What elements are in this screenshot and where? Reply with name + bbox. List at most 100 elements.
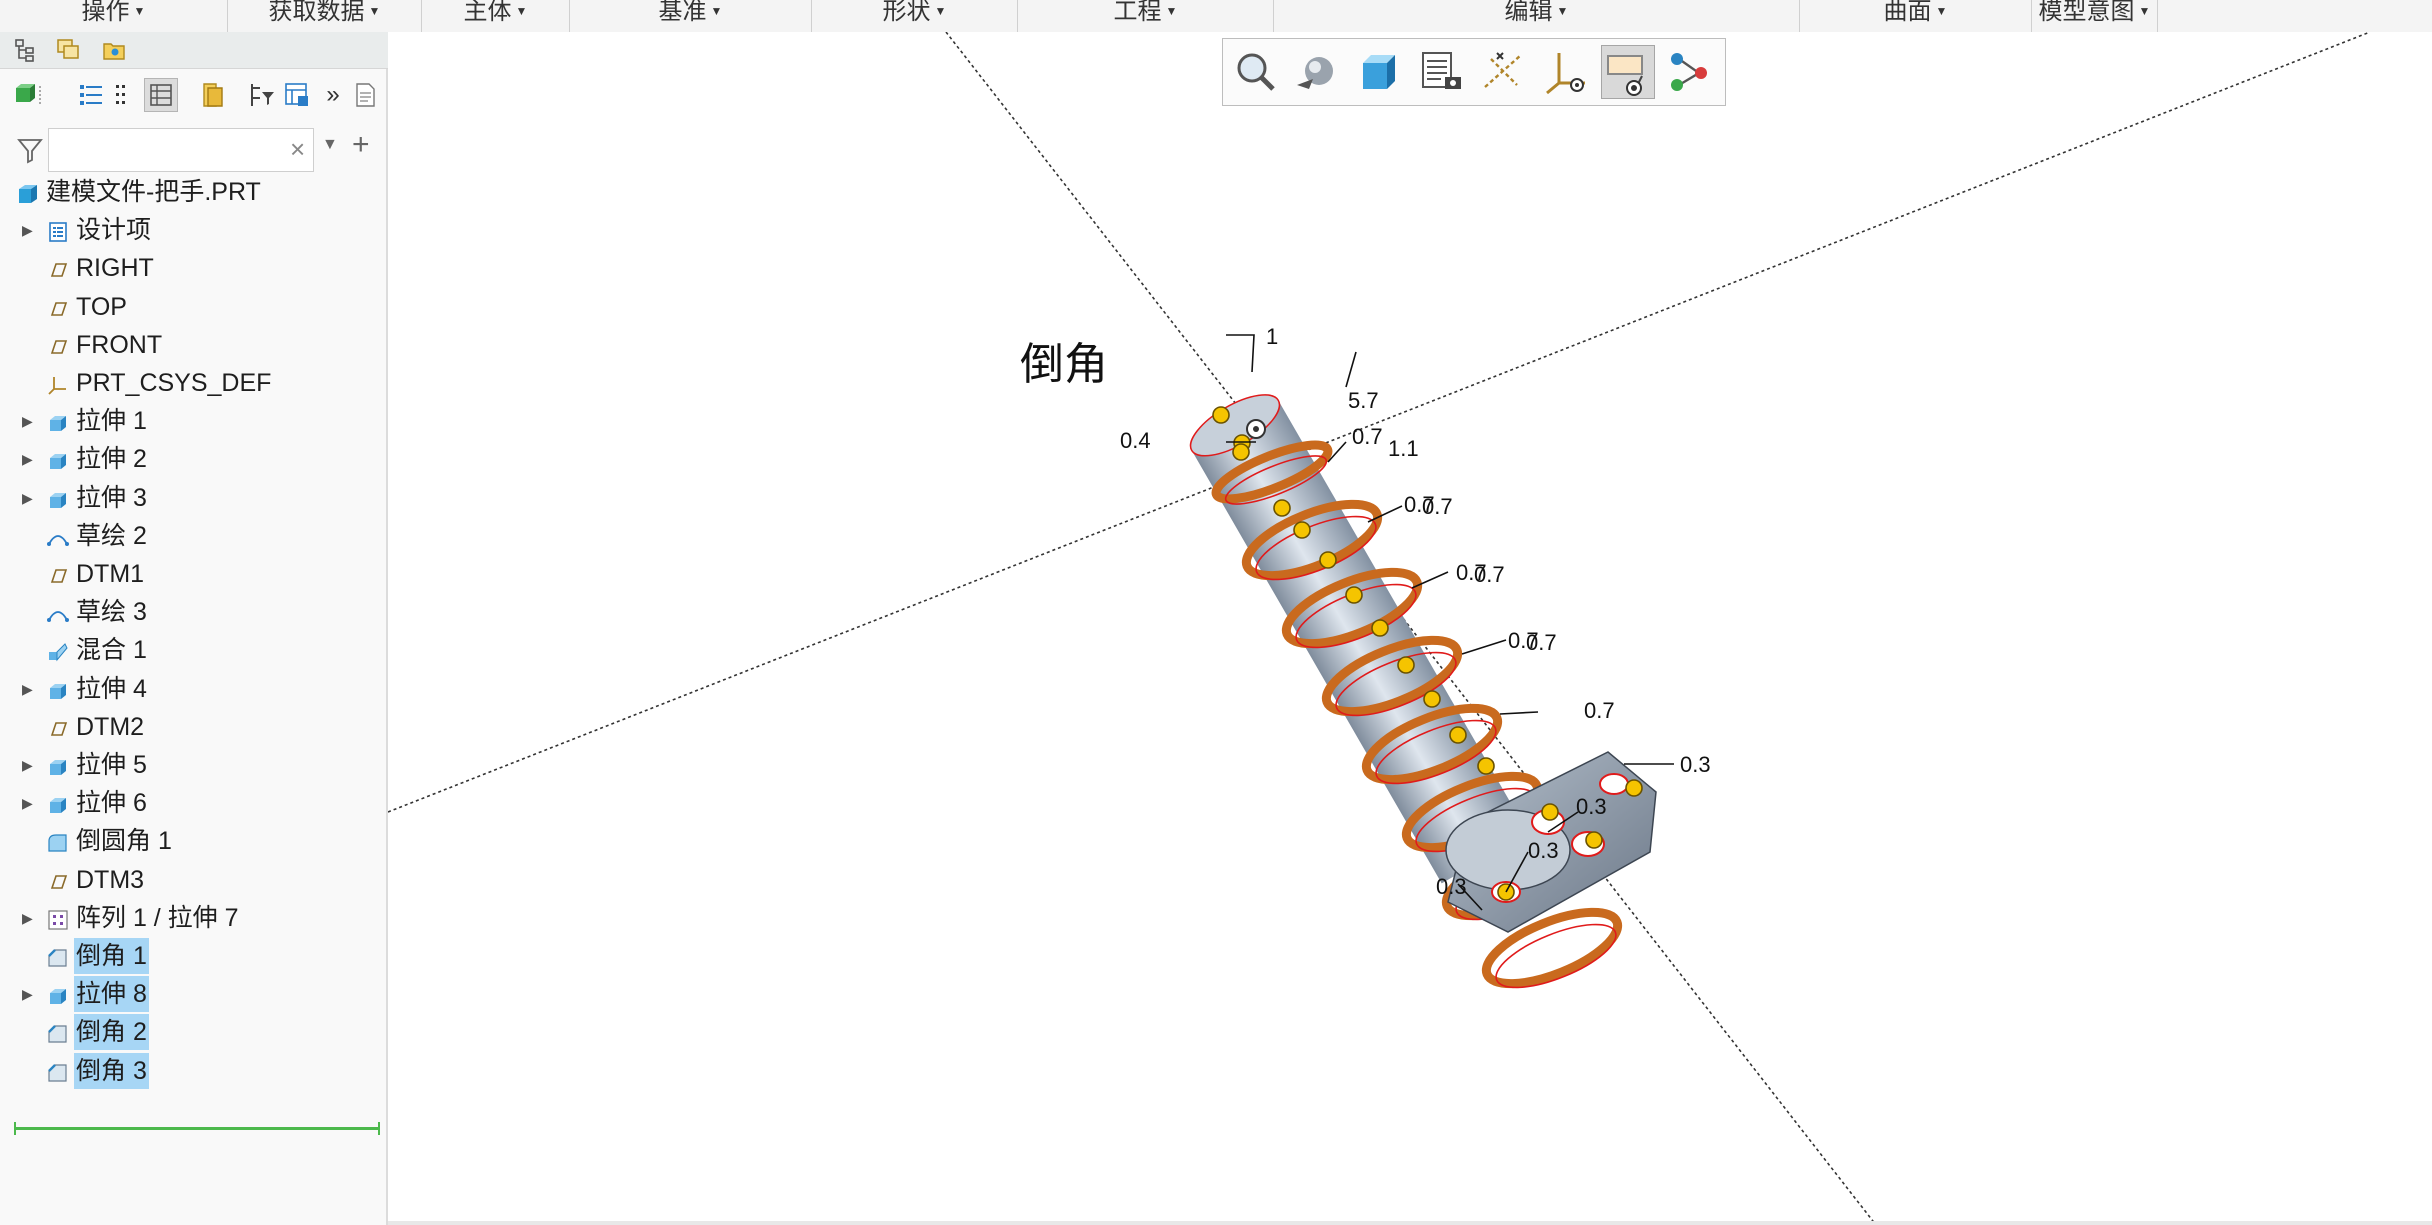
- zoom-icon[interactable]: [1229, 45, 1283, 99]
- tree-item[interactable]: 倒圆角 1: [0, 823, 386, 859]
- document-icon[interactable]: [348, 78, 382, 112]
- tree-root-part[interactable]: 建模文件-把手.PRT: [0, 174, 386, 210]
- dimension-value[interactable]: 0.7: [1352, 424, 1383, 449]
- model-tree-tab-icon[interactable]: [12, 36, 40, 64]
- graphics-window[interactable]: 1 5.7 0.4 0.7 1.1 0.7 0.7 0.7 0.7 0.7 0.…: [388, 32, 2432, 1225]
- tree-item[interactable]: ▶ 拉伸 3: [0, 480, 386, 516]
- drag-handle[interactable]: [1397, 656, 1415, 674]
- tree-list-icon[interactable]: [74, 78, 108, 112]
- dimension-value[interactable]: 0.3: [1576, 794, 1607, 819]
- expand-arrow-icon[interactable]: ▶: [22, 785, 38, 821]
- drag-handle[interactable]: [1371, 619, 1389, 637]
- ribbon-group-operations[interactable]: 操作 ▼: [0, 0, 228, 32]
- part-icon: [16, 180, 40, 204]
- expand-arrow-icon[interactable]: ▶: [22, 900, 38, 936]
- tree-item[interactable]: 草绘 3: [0, 594, 386, 630]
- tree-item[interactable]: 混合 1: [0, 632, 386, 668]
- ribbon-group-bar: 操作 ▼ 获取数据 ▼ 主体 ▼ 基准 ▼ 形状 ▼ 工程 ▼ 编辑 ▼ 曲面 ▼ 模型意图 ▼: [0, 0, 2432, 33]
- tree-item[interactable]: ▶ 设计项: [0, 212, 386, 248]
- favorites-tab-icon[interactable]: [100, 36, 128, 64]
- tree-item[interactable]: ▶ 拉伸 2: [0, 441, 386, 477]
- add-icon[interactable]: +: [352, 128, 370, 162]
- drag-handle[interactable]: [1273, 499, 1291, 517]
- expand-arrow-icon[interactable]: ▶: [22, 976, 38, 1012]
- drag-handle[interactable]: [1477, 757, 1495, 775]
- dimension-value[interactable]: 1.1: [1388, 436, 1419, 461]
- tree-search-input[interactable]: [48, 128, 314, 172]
- drag-handle[interactable]: [1423, 690, 1441, 708]
- expand-arrow-icon[interactable]: ▶: [22, 480, 38, 516]
- drag-handle[interactable]: [1232, 443, 1250, 461]
- insert-here-indicator[interactable]: [14, 1122, 380, 1135]
- expand-arrow-icon[interactable]: ▶: [22, 441, 38, 477]
- tree-item[interactable]: 倒角 3: [0, 1052, 386, 1089]
- tree-item[interactable]: ▶ 拉伸 5: [0, 747, 386, 783]
- tree-filter-icon[interactable]: [246, 78, 280, 112]
- dimension-value[interactable]: 0.4: [1120, 428, 1151, 453]
- dimension-value[interactable]: 0.7: [1526, 630, 1557, 655]
- clear-icon[interactable]: ×: [290, 134, 305, 165]
- ribbon-group-body[interactable]: 主体 ▼: [422, 0, 570, 32]
- layer-tree-tab-icon[interactable]: [54, 36, 82, 64]
- view-manager-icon[interactable]: [1415, 45, 1469, 99]
- expand-arrow-icon[interactable]: ▶: [22, 212, 38, 248]
- drag-handle[interactable]: [1585, 831, 1603, 849]
- csys-display-icon[interactable]: [1539, 45, 1593, 99]
- dimension-value[interactable]: 0.3: [1436, 874, 1467, 899]
- ribbon-group-surfaces[interactable]: 曲面 ▼: [1800, 0, 2032, 32]
- tree-item[interactable]: FRONT: [0, 327, 386, 363]
- dimension-value[interactable]: 0.3: [1680, 752, 1711, 777]
- ribbon-group-editing[interactable]: 编辑 ▼: [1274, 0, 1800, 32]
- tree-item[interactable]: DTM1: [0, 556, 386, 592]
- tree-compact-icon[interactable]: [108, 78, 142, 112]
- datum-display-icon[interactable]: [1477, 45, 1531, 99]
- drag-handle[interactable]: [1319, 551, 1337, 569]
- ribbon-group-shapes[interactable]: 形状 ▼: [812, 0, 1018, 32]
- settings-table-icon[interactable]: [280, 78, 314, 112]
- tree-item[interactable]: ▶ 拉伸 6: [0, 785, 386, 821]
- drag-handle[interactable]: [1212, 406, 1230, 424]
- dimension-value[interactable]: 0.7: [1422, 494, 1453, 519]
- ribbon-group-engineering[interactable]: 工程 ▼: [1018, 0, 1274, 32]
- expand-arrow-icon[interactable]: ▶: [22, 671, 38, 707]
- tree-item[interactable]: PRT_CSYS_DEF: [0, 365, 386, 401]
- tree-item[interactable]: 倒角 1: [0, 938, 386, 974]
- chevron-down-icon[interactable]: ▼: [322, 136, 338, 154]
- part-model[interactable]: [1182, 383, 1657, 1000]
- tree-item[interactable]: ▶ 阵列 1 / 拉伸 7: [0, 900, 386, 936]
- tree-item[interactable]: DTM3: [0, 862, 386, 898]
- tree-columns-icon[interactable]: [144, 78, 178, 112]
- drag-handle[interactable]: [1345, 586, 1363, 604]
- tree-item[interactable]: RIGHT: [0, 250, 386, 286]
- tree-item[interactable]: ▶ 拉伸 4: [0, 671, 386, 707]
- tree-item[interactable]: 倒角 2: [0, 1014, 386, 1051]
- dimension-value[interactable]: 5.7: [1348, 388, 1379, 413]
- tree-item[interactable]: ▶ 拉伸 8: [0, 976, 386, 1013]
- model-viewport[interactable]: 1 5.7 0.4 0.7 1.1 0.7 0.7 0.7 0.7 0.7 0.…: [388, 32, 2432, 1225]
- dimension-value[interactable]: 0.3: [1528, 838, 1559, 863]
- more-icon[interactable]: »: [316, 78, 350, 112]
- dimension-value[interactable]: 1: [1266, 324, 1278, 349]
- expand-arrow-icon[interactable]: ▶: [22, 747, 38, 783]
- spin-center-icon[interactable]: [1663, 45, 1717, 99]
- drag-handle[interactable]: [1541, 803, 1559, 821]
- tree-item[interactable]: TOP: [0, 289, 386, 325]
- tree-item[interactable]: DTM2: [0, 709, 386, 745]
- annotation-display-icon[interactable]: [1601, 45, 1655, 99]
- tree-item[interactable]: ▶ 拉伸 1: [0, 403, 386, 439]
- ribbon-group-datum[interactable]: 基准 ▼: [570, 0, 812, 32]
- expand-arrow-icon[interactable]: ▶: [22, 403, 38, 439]
- folder-icon[interactable]: [196, 78, 230, 112]
- ribbon-group-get-data[interactable]: 获取数据 ▼: [228, 0, 422, 32]
- ribbon-group-model-intent[interactable]: 模型意图 ▼: [2032, 0, 2158, 32]
- drag-handle[interactable]: [1293, 521, 1311, 539]
- display-style-icon[interactable]: [1291, 45, 1345, 99]
- tree-item[interactable]: 草绘 2: [0, 518, 386, 554]
- drag-handle[interactable]: [1449, 726, 1467, 744]
- dimension-value[interactable]: 0.7: [1584, 698, 1615, 723]
- tree-item-label: 草绘 3: [76, 598, 147, 627]
- dimension-value[interactable]: 0.7: [1474, 562, 1505, 587]
- show-icon[interactable]: [12, 78, 46, 112]
- saved-orientations-icon[interactable]: [1353, 45, 1407, 99]
- drag-handle[interactable]: [1625, 779, 1643, 797]
